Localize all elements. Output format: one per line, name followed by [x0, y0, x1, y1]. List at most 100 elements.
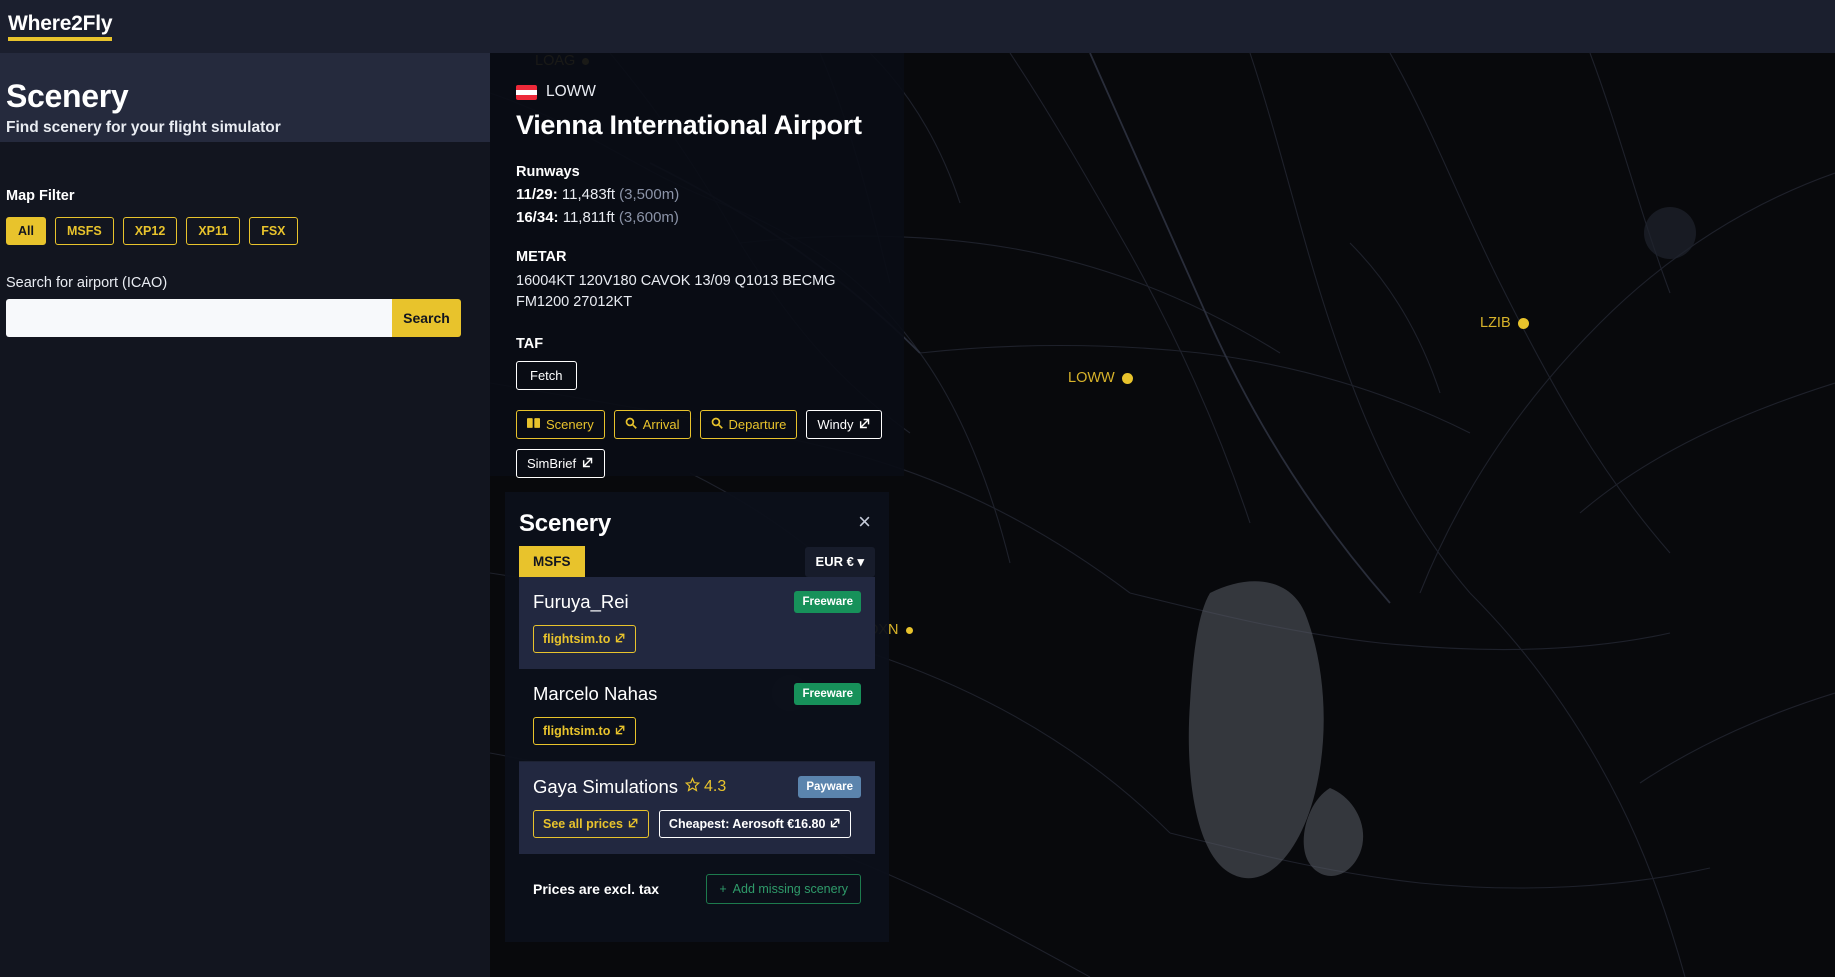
left-sidebar: Scenery Find scenery for your flight sim…	[0, 53, 490, 977]
airport-search-section: Search for airport (ICAO) Search	[0, 245, 490, 337]
filter-button-msfs[interactable]: MSFS	[54, 217, 114, 245]
tax-note: Prices are excl. tax	[533, 881, 660, 897]
scenery-action-button[interactable]: Scenery	[516, 410, 605, 439]
add-missing-scenery-button[interactable]: + Add missing scenery	[706, 874, 861, 904]
scenery-panel: Scenery × MSFS EUR € ▾ Furuya_Rei Freewa…	[505, 492, 889, 942]
scenery-item-header: Marcelo Nahas Freeware	[533, 683, 861, 705]
map-label-loww[interactable]: LOWW	[1068, 370, 1133, 386]
runway-meters: (3,500m)	[619, 186, 680, 203]
external-link-icon	[859, 416, 871, 433]
button-label: Departure	[728, 417, 787, 432]
scenery-list-item: Gaya Simulations 4.3 Payware See all pri…	[519, 762, 875, 854]
airport-dot-icon	[905, 626, 913, 634]
scenery-item-name-wrap: Gaya Simulations 4.3	[533, 776, 726, 798]
external-link-icon	[615, 631, 626, 647]
taf-heading: TAF	[516, 336, 544, 352]
link-label: flightsim.to	[543, 632, 611, 646]
runway-meters: (3,600m)	[618, 209, 679, 226]
airport-icao-row: LOWW	[516, 83, 878, 101]
top-navbar: Where2Fly	[0, 0, 1835, 53]
scenery-item-name: Gaya Simulations	[533, 776, 678, 797]
external-link-icon	[582, 455, 594, 472]
airport-name: Vienna International Airport	[516, 110, 862, 140]
runway-ident: 16/34:	[516, 209, 559, 226]
scenery-item-header: Furuya_Rei Freeware	[533, 591, 861, 613]
currency-selector[interactable]: EUR € ▾	[804, 546, 875, 577]
scenery-panel-header: Scenery ×	[519, 510, 875, 538]
arrival-action-button[interactable]: Arrival	[613, 410, 691, 439]
airport-info-panel: LOWW Vienna International Airport Runway…	[490, 53, 904, 478]
chevron-down-icon: ▾	[857, 553, 864, 569]
button-label: Arrival	[642, 417, 680, 432]
scenery-item-name: Furuya_Rei	[533, 591, 629, 612]
scenery-item-links: flightsim.to	[533, 717, 861, 745]
map-label-text: LOWW	[1068, 370, 1115, 386]
austria-flag-icon	[516, 84, 537, 100]
button-label: Windy	[817, 417, 854, 432]
simbrief-link-button[interactable]: SimBrief	[516, 449, 606, 478]
search-label: Search for airport (ICAO)	[6, 275, 168, 291]
currency-label: EUR €	[815, 553, 854, 569]
runway-feet: 11,483ft	[561, 186, 615, 203]
rating: 4.3	[684, 776, 727, 797]
airport-dot-icon	[1121, 372, 1133, 384]
external-link-icon	[830, 816, 841, 832]
rating-value: 4.3	[703, 778, 727, 795]
filter-button-xp12[interactable]: XP12	[122, 217, 178, 245]
see-all-prices-link[interactable]: See all prices	[533, 810, 649, 838]
search-row: Search	[6, 299, 484, 337]
runway-ident: 11/29:	[516, 186, 558, 203]
windy-link-button[interactable]: Windy	[806, 410, 883, 439]
button-label: Scenery	[546, 417, 594, 432]
book-icon	[527, 416, 540, 433]
scenery-item-name: Marcelo Nahas	[533, 683, 658, 704]
search-button[interactable]: Search	[392, 299, 461, 337]
airport-icao: LOWW	[546, 83, 596, 100]
plus-icon: +	[719, 882, 727, 896]
filter-button-fsx[interactable]: FSX	[249, 217, 298, 245]
runway-row: 16/34: 11,811ft (3,600m)	[516, 209, 878, 226]
flightsim-to-link[interactable]: flightsim.to	[533, 717, 637, 745]
scenery-item-name-wrap: Furuya_Rei	[533, 591, 629, 613]
close-icon[interactable]: ×	[854, 510, 875, 534]
departure-action-button[interactable]: Departure	[699, 410, 798, 439]
flightsim-to-link[interactable]: flightsim.to	[533, 625, 637, 653]
page-title: Scenery	[6, 78, 129, 114]
map-filter-section: Map Filter All MSFS XP12 XP11 FSX	[0, 142, 490, 245]
cheapest-price-link[interactable]: Cheapest: Aerosoft €16.80	[658, 810, 852, 838]
map-label-text: LZIB	[1480, 315, 1511, 331]
scenery-item-header: Gaya Simulations 4.3 Payware	[533, 776, 861, 798]
runway-row: 11/29: 11,483ft (3,500m)	[516, 186, 878, 203]
scenery-panel-footer: Prices are excl. tax + Add missing scene…	[519, 854, 875, 904]
scenery-item-links: See all prices Cheapest: Aerosoft €16.80	[533, 810, 861, 838]
link-label: See all prices	[543, 817, 623, 831]
star-icon	[684, 776, 701, 797]
status-badge: Freeware	[794, 591, 861, 613]
app-root: Where2Fly Scenery Find scenery for your …	[0, 0, 1835, 977]
map-filter-label: Map Filter	[6, 188, 75, 204]
filter-button-xp11[interactable]: XP11	[186, 217, 241, 245]
page-subtitle: Find scenery for your flight simulator	[6, 119, 281, 136]
external-link-icon	[628, 816, 639, 832]
scenery-panel-title: Scenery	[519, 510, 611, 537]
filter-button-all[interactable]: All	[6, 217, 46, 245]
simbrief-row: SimBrief	[516, 449, 878, 478]
taf-fetch-button[interactable]: Fetch	[516, 361, 577, 390]
airport-action-buttons: Scenery Arrival Departure Windy	[516, 410, 883, 439]
scenery-list-item: Marcelo Nahas Freeware flightsim.to	[519, 669, 875, 762]
search-icon	[625, 416, 637, 433]
map-filter-buttons: All MSFS XP12 XP11 FSX	[6, 217, 484, 245]
brand-logo[interactable]: Where2Fly	[8, 12, 113, 41]
scenery-tab-row: MSFS EUR € ▾	[519, 546, 875, 577]
runway-feet: 11,811ft	[562, 209, 615, 226]
button-label: SimBrief	[527, 456, 577, 471]
scenery-item-links: flightsim.to	[533, 625, 861, 653]
link-label: Cheapest: Aerosoft €16.80	[668, 817, 826, 831]
search-input[interactable]	[6, 299, 392, 337]
airport-dot-icon	[1517, 317, 1529, 329]
link-label: flightsim.to	[543, 724, 611, 738]
tab-msfs[interactable]: MSFS	[519, 546, 585, 577]
external-link-icon	[615, 723, 626, 739]
metar-text: 16004KT 120V180 CAVOK 13/09 Q1013 BECMG …	[516, 273, 836, 310]
map-label-lzib[interactable]: LZIB	[1480, 315, 1529, 331]
